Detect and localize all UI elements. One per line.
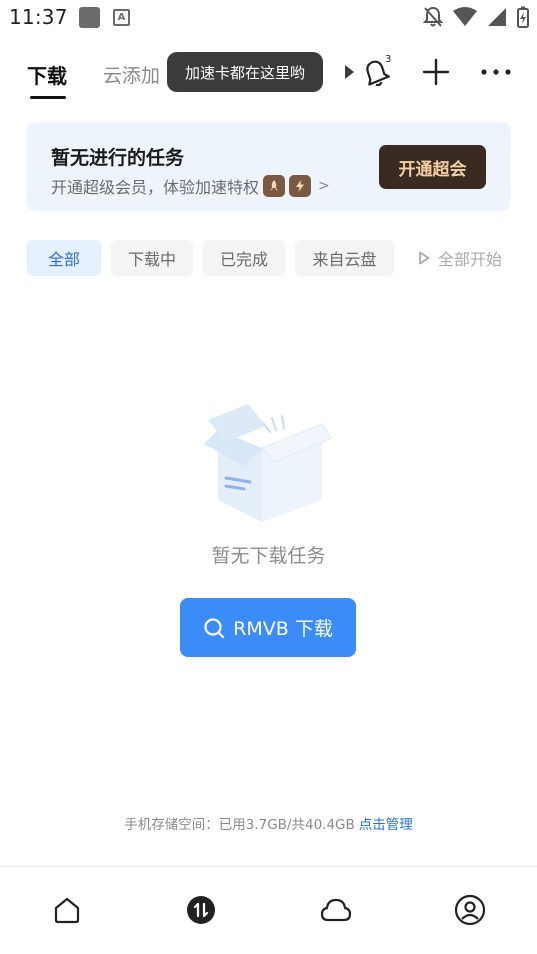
tab-download[interactable]: 下载 (27, 60, 67, 89)
profile-icon (454, 894, 486, 926)
filter-chip-completed[interactable]: 已完成 (203, 240, 285, 276)
play-icon (419, 251, 430, 265)
manage-storage-link[interactable]: 点击管理 (359, 817, 413, 833)
transfer-icon (187, 896, 215, 924)
filter-chip-all[interactable]: 全部 (27, 240, 101, 276)
search-icon (204, 617, 225, 638)
bell-off-icon (423, 6, 443, 27)
start-all-label: 全部开始 (438, 250, 503, 269)
search-rmvb-label: RMVB 下载 (233, 618, 333, 640)
bottom-nav-divider (0, 866, 537, 867)
storage-text: 手机存储空间：已用3.7GB/共40.4GB (124, 817, 355, 833)
vip-title: 暂无进行的任务 (51, 147, 185, 169)
vip-subtitle: 开通超级会员，体验加速特权 (51, 178, 260, 197)
storage-info: 手机存储空间：已用3.7GB/共40.4GB 点击管理 (0, 813, 537, 833)
empty-message: 暂无下载任务 (211, 545, 326, 567)
app-notification-icon (79, 7, 100, 28)
nav-transfer[interactable] (183, 892, 219, 928)
home-icon (54, 897, 80, 924)
tab-cloud-add[interactable]: 云添加 (103, 61, 160, 88)
status-bar: 11:37 A (0, 0, 537, 36)
vip-banner[interactable]: 暂无进行的任务 开通超级会员，体验加速特权 > 开通超会 (27, 122, 510, 211)
nav-home[interactable] (49, 892, 85, 928)
empty-box-illustration (204, 404, 333, 522)
wifi-icon (453, 7, 477, 26)
start-all-button[interactable]: 全部开始 (416, 240, 503, 276)
open-vip-button[interactable]: 开通超会 (379, 145, 486, 189)
filter-bar: 全部 下载中 已完成 来自云盘 全部开始 (27, 240, 517, 276)
battery-icon (517, 6, 529, 28)
app-a-notification-icon: A (113, 9, 130, 26)
chevron-right-icon: > (318, 178, 330, 194)
more-icon[interactable] (478, 56, 514, 88)
rocket-perk-icon (263, 175, 286, 197)
signal-icon (488, 8, 506, 26)
accelerator-tooltip[interactable]: 加速卡都在这里哟 (167, 52, 324, 92)
add-icon[interactable] (420, 56, 452, 88)
search-rmvb-button[interactable]: RMVB 下载 (180, 598, 356, 657)
nav-cloud[interactable] (318, 892, 354, 928)
notification-count: 3 (385, 54, 392, 65)
vip-subtitle-row: 开通超级会员，体验加速特权 > (51, 174, 330, 198)
filter-chip-from-cloud[interactable]: 来自云盘 (295, 240, 394, 276)
tooltip-arrow (345, 65, 354, 79)
status-time: 11:37 (9, 5, 68, 29)
filter-chip-downloading[interactable]: 下载中 (111, 240, 193, 276)
nav-profile[interactable] (452, 892, 488, 928)
status-icons (423, 6, 529, 28)
top-tabs: 下载 云添加 加速卡都在这里哟 3 (0, 50, 537, 99)
cloud-icon (320, 898, 352, 922)
lightning-perk-icon (289, 175, 312, 197)
tab-underline (30, 96, 66, 99)
